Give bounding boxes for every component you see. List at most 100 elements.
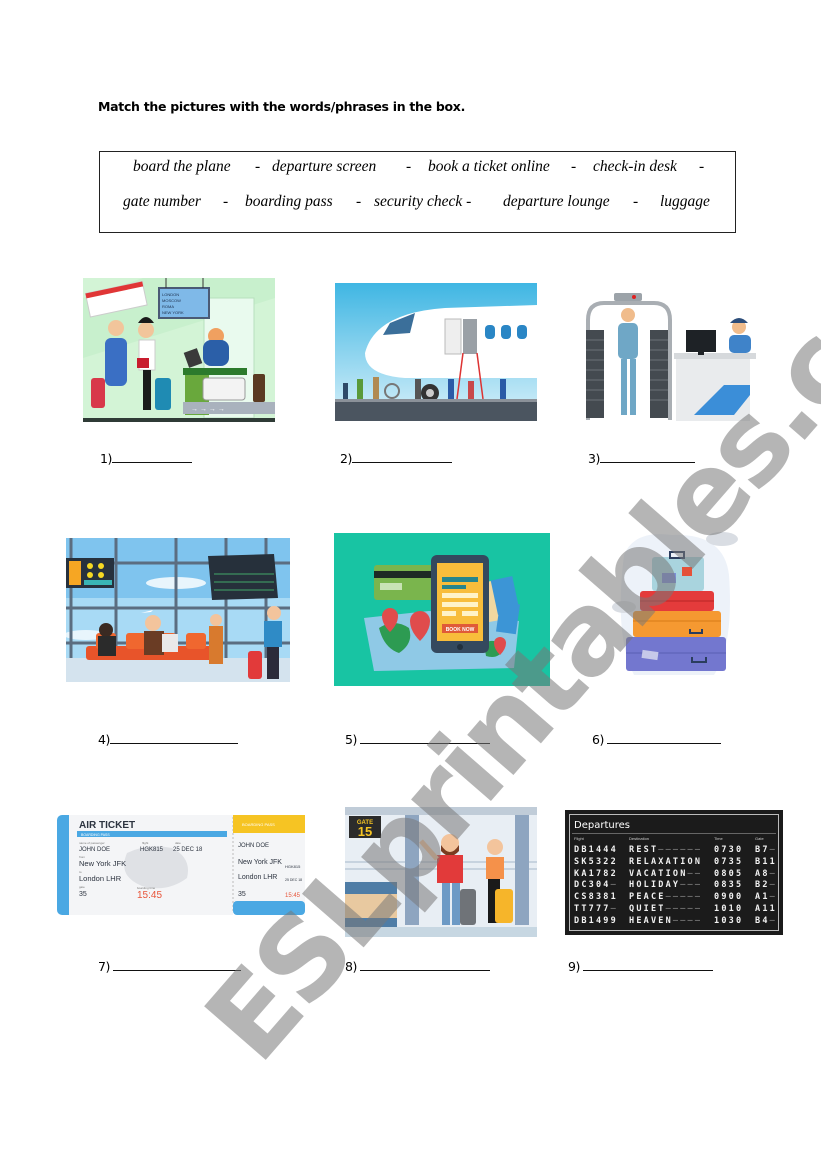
label: date (175, 841, 181, 845)
board-row-1: LONDON (162, 292, 179, 297)
answer-7: 7) (98, 959, 242, 974)
picture-boarding-pass: AIR TICKET BOARDING PASS name of passeng… (57, 813, 305, 916)
picture-departure-lounge (66, 538, 290, 682)
separator: - (255, 158, 261, 175)
answer-6: 6) (592, 732, 722, 747)
answer-3: 3) (588, 451, 695, 466)
answer-8: 8) (345, 959, 491, 974)
word-gate-number: gate number (123, 193, 201, 210)
ticket-subtitle: BOARDING PASS (81, 833, 110, 837)
departures-cell: 0735 (714, 856, 744, 867)
departures-cell: HOLIDAY‒‒‒ (629, 880, 703, 891)
departures-cell: 0805 (714, 868, 744, 879)
separator: - (223, 193, 229, 210)
answer-number: 2) (340, 451, 352, 466)
answer-blank-3[interactable] (599, 451, 695, 463)
ticket-date: 25 DEC 18 (173, 847, 203, 853)
ticket-to: London LHR (79, 874, 122, 883)
departures-cell: A8‒ (755, 868, 777, 879)
departures-cell: HEAVEN‒‒‒‒ (629, 915, 703, 926)
svg-text:→ → → →: → → → → (191, 406, 225, 413)
instruction-heading: Match the pictures with the words/phrase… (98, 99, 466, 114)
departures-cell: RELAXATION (629, 856, 703, 867)
word-check-in-desk: check-in desk (593, 158, 677, 175)
word-book-a-ticket-online: book a ticket online (428, 158, 550, 175)
separator: - (356, 193, 362, 210)
ticket-boarding-time: 15:45 (137, 890, 162, 901)
header-time: Time (714, 836, 723, 841)
answer-number: 7) (98, 959, 110, 974)
answer-number: 4) (98, 732, 110, 747)
separator: - (633, 193, 639, 210)
departures-cell: DB1499 (574, 915, 618, 926)
board-row-2: MOSCOW (162, 298, 181, 303)
answer-blank-9[interactable] (583, 959, 714, 971)
answer-blank-4[interactable] (109, 732, 238, 744)
stub-passenger: JOHN DOE (238, 843, 269, 849)
departures-cell: 0900 (714, 892, 744, 903)
departures-cell: CS8381 (574, 892, 618, 903)
ticket-passenger: JOHN DOE (79, 847, 110, 853)
answer-4: 4) (98, 732, 238, 747)
answer-9: 9) (568, 959, 714, 974)
word-boarding-pass: boarding pass (245, 193, 333, 210)
answer-number: 8) (345, 959, 357, 974)
departures-cell: KA1782 (574, 868, 618, 879)
word-luggage: luggage (660, 193, 710, 210)
answer-blank-5[interactable] (360, 732, 491, 744)
label: gate (79, 885, 85, 889)
book-now-button: BOOK NOW (446, 627, 475, 633)
answer-blank-7[interactable] (113, 959, 242, 971)
picture-luggage (604, 525, 740, 685)
departures-cell: B2‒ (755, 880, 777, 891)
separator: - (571, 158, 577, 175)
departures-cell: 1030 (714, 915, 744, 926)
board-row-3: ROMA (162, 304, 174, 309)
picture-book-a-ticket-online: BOOK NOW (334, 533, 550, 686)
departures-cell: SK5322 (574, 856, 618, 867)
header-gate: Gate (755, 836, 764, 841)
departures-cell: QUIET‒‒‒‒‒ (629, 904, 703, 914)
stub-from: New York JFK (238, 859, 282, 866)
stub-to: London LHR (238, 874, 277, 881)
answer-1: 1) (100, 451, 192, 466)
stub-title: BOARDING PASS (242, 822, 275, 827)
answer-blank-1[interactable] (111, 451, 192, 463)
departures-cell: DC304‒ (574, 880, 618, 891)
header-flight: Flight (574, 836, 584, 841)
departures-cell: A1‒ (755, 892, 777, 903)
word-departure-screen: departure screen (272, 158, 377, 175)
departures-cell: TT777‒ (574, 904, 618, 914)
stub-date: 25 DEC 18 (285, 878, 302, 882)
word-departure-lounge: departure lounge (503, 193, 610, 210)
departures-title: Departures (574, 820, 630, 831)
ticket-from: New York JFK (79, 859, 126, 868)
departures-cell: 0835 (714, 880, 744, 891)
stub-gate: 35 (238, 891, 246, 898)
answer-blank-6[interactable] (607, 732, 722, 744)
answer-number: 5) (345, 732, 357, 747)
stub-boarding-time: 15:45 (285, 893, 301, 899)
board-row-4: NEW YORK (162, 310, 184, 315)
stub-flight: HGK815 (285, 864, 301, 869)
answer-number: 9) (568, 959, 580, 974)
header-destination: Destination (629, 836, 650, 841)
picture-security-check (584, 285, 756, 423)
departures-cell: PEACE‒‒‒‒‒ (629, 892, 703, 903)
departures-cell: REST‒‒‒‒‒‒ (629, 845, 703, 855)
word-security-check: security check - (374, 193, 472, 210)
picture-gate-number: GATE 15 (345, 807, 537, 937)
word-box: board the plane - departure screen - boo… (99, 151, 736, 233)
answer-number: 6) (592, 732, 604, 747)
ticket-gate: 35 (79, 891, 87, 898)
departures-cell: A11 (755, 904, 777, 914)
ticket-title: AIR TICKET (79, 820, 135, 831)
label: flight (142, 841, 149, 845)
answer-blank-2[interactable] (351, 451, 452, 463)
departures-cell: VACATION‒‒ (629, 868, 703, 879)
ticket-flight: HGK815 (140, 847, 164, 853)
picture-departure-screen: Departures Flight Destination Time Gate … (565, 810, 783, 935)
separator: - (406, 158, 412, 175)
answer-number: 1) (100, 451, 112, 466)
answer-blank-8[interactable] (360, 959, 491, 971)
